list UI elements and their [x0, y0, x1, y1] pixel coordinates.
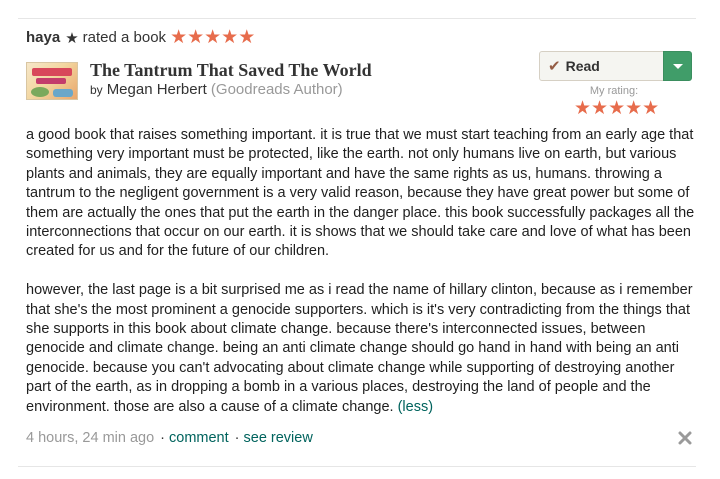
my-rating-stars[interactable]: ★★★★★ — [574, 99, 659, 119]
bottom-divider — [18, 466, 696, 467]
less-link[interactable]: (less) — [398, 399, 433, 415]
book-title-link[interactable]: The Tantrum That Saved The World — [90, 60, 372, 81]
book-cover-image[interactable] — [26, 62, 78, 100]
caret-down-icon — [672, 63, 683, 69]
checkmark-icon: ✔ — [548, 58, 561, 75]
by-label: by — [90, 83, 103, 97]
goodreads-author-note: (Goodreads Author) — [210, 81, 343, 98]
shelf-dropdown-button[interactable] — [663, 51, 692, 81]
star-icon: ★ — [65, 29, 79, 47]
activity-action-text: rated a book — [82, 29, 167, 46]
review-paragraph-2-text: however, the last page is a bit surprise… — [26, 282, 693, 415]
book-byline: by Megan Herbert (Goodreads Author) — [90, 81, 343, 98]
separator-dot-2: · — [234, 430, 240, 446]
timestamp-link[interactable]: 4 hours, 24 min ago — [26, 430, 154, 446]
my-rating-star-glyphs[interactable]: ★★★★★ — [574, 98, 659, 119]
activity-header: haya ★ rated a book ★★★★★ — [26, 28, 255, 47]
comment-link[interactable]: comment — [169, 430, 229, 446]
review-footer: 4 hours, 24 min ago · comment · see review — [26, 430, 313, 446]
author-link[interactable]: Megan Herbert — [107, 81, 207, 98]
review-paragraph: a good book that raises something import… — [26, 127, 695, 260]
shelf-widget: ✔ Read — [539, 51, 692, 81]
review-text: a good book that raises something import… — [26, 126, 696, 417]
see-review-link[interactable]: see review — [244, 430, 313, 446]
close-icon[interactable] — [677, 430, 693, 446]
activity-rating-stars: ★★★★★ — [170, 27, 256, 48]
review-paragraph-2: however, the last page is a bit surprise… — [26, 281, 696, 417]
separator-dot: · — [160, 430, 166, 446]
user-name-link[interactable]: haya — [26, 29, 60, 46]
read-shelf-button[interactable]: ✔ Read — [539, 51, 664, 81]
top-divider — [18, 18, 696, 19]
shelf-label: Read — [565, 58, 600, 74]
my-rating-label: My rating: — [589, 85, 639, 97]
